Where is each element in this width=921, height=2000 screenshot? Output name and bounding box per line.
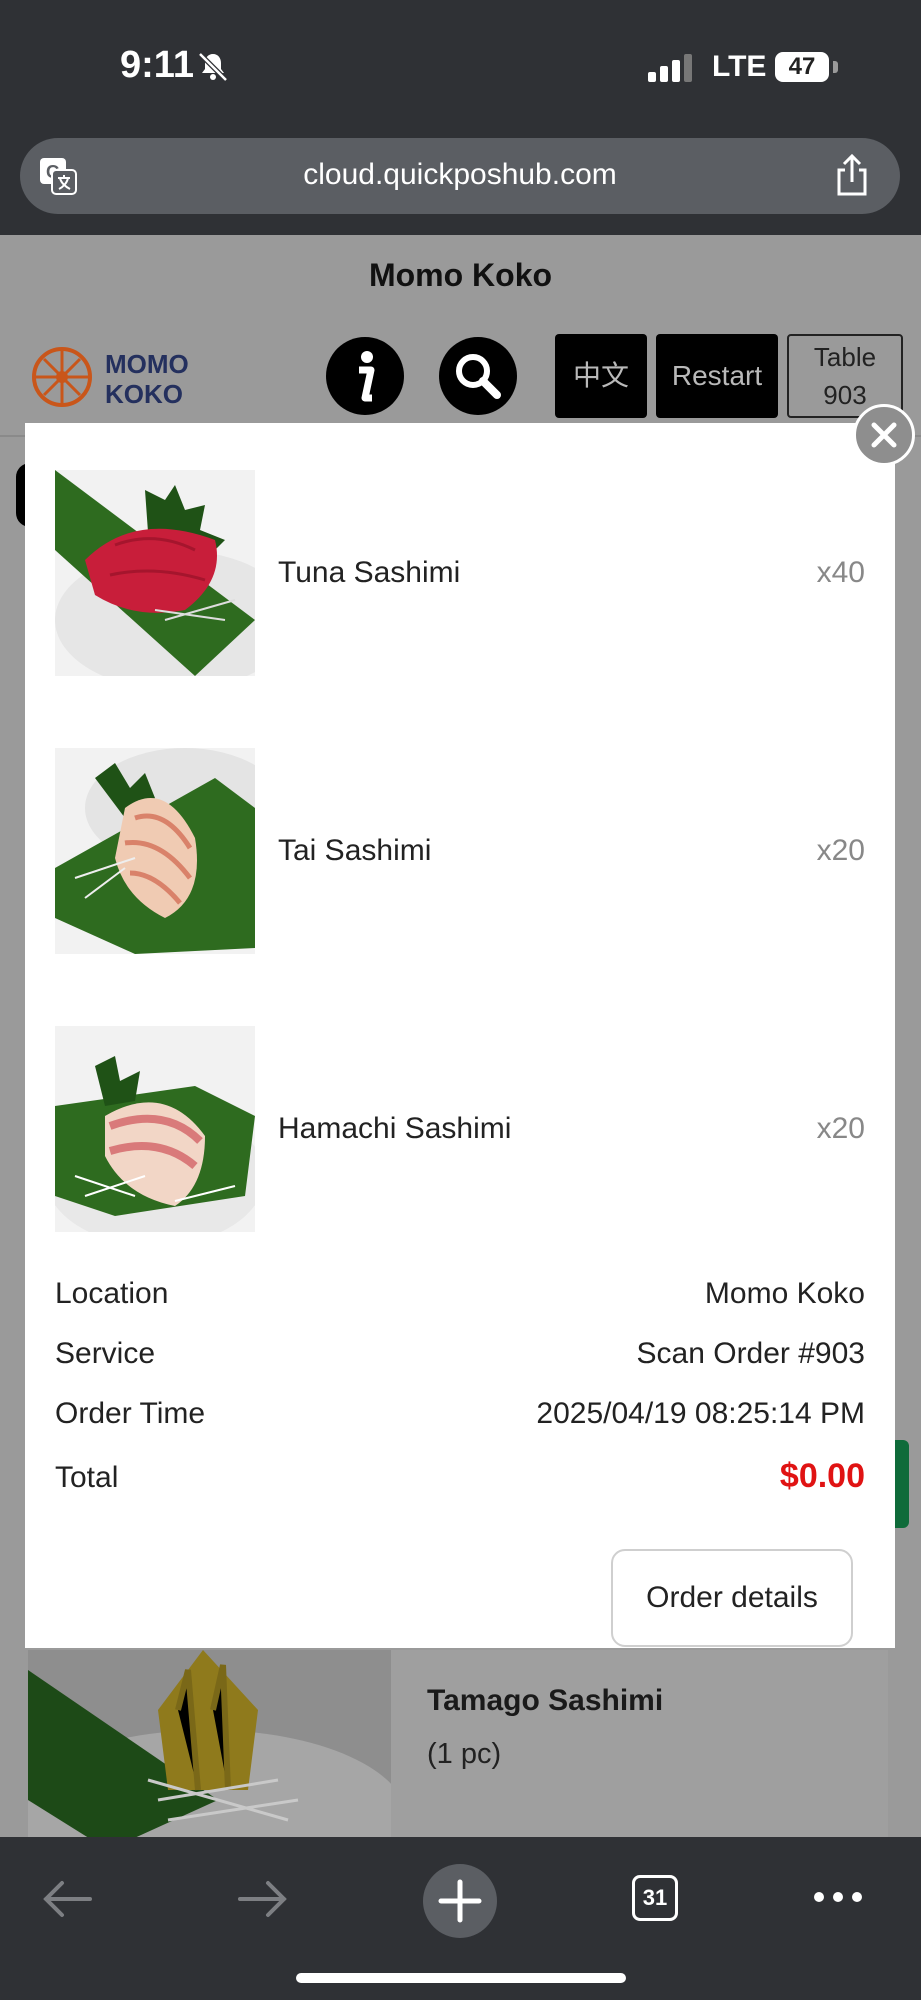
order-item: Tuna Sashimi x40	[55, 470, 865, 676]
new-tab-button[interactable]	[423, 1864, 497, 1938]
tai-sashimi-image	[55, 748, 255, 954]
url-text[interactable]: cloud.quickposhub.com	[20, 158, 900, 192]
order-item: Hamachi Sashimi x20	[55, 1026, 865, 1232]
status-bar: 9:11 LTE 47 G cloud.quickposhub.com	[0, 0, 921, 235]
order-time-label: Order Time	[55, 1397, 206, 1430]
address-bar[interactable]: G cloud.quickposhub.com	[20, 138, 900, 214]
total-value: $0.00	[779, 1457, 865, 1495]
more-options-icon[interactable]	[813, 1891, 863, 1903]
service-value: Scan Order #903	[636, 1337, 865, 1370]
item-quantity: x20	[816, 834, 865, 867]
language-button[interactable]: 中文	[555, 334, 647, 418]
item-quantity: x40	[816, 556, 865, 589]
home-indicator[interactable]	[296, 1973, 626, 1983]
order-time-value: 2025/04/19 08:25:14 PM	[536, 1397, 865, 1430]
network-type: LTE	[712, 50, 767, 83]
product-description: (1 pc)	[427, 1738, 502, 1770]
order-modal: Tuna Sashimi x40 Tai Sashimi x20 Hamachi…	[25, 423, 895, 1648]
info-button[interactable]	[326, 337, 404, 415]
momo-koko-logo: MOMO KOKO	[32, 347, 189, 409]
info-icon	[359, 351, 375, 402]
svg-text:KOKO: KOKO	[105, 379, 183, 409]
item-quantity: x20	[816, 1112, 865, 1145]
add-button-edge[interactable]	[895, 1440, 909, 1528]
share-icon[interactable]	[834, 154, 870, 196]
hamachi-sashimi-image	[55, 1026, 255, 1232]
clock: 9:11	[120, 44, 194, 86]
tamago-sashimi-image	[28, 1650, 391, 1850]
close-modal-button[interactable]	[853, 404, 915, 466]
item-name: Hamachi Sashimi	[278, 1112, 512, 1145]
tab-switcher-button[interactable]: 31	[632, 1875, 678, 1921]
bell-muted-icon	[198, 52, 228, 82]
close-icon	[871, 422, 897, 448]
restart-button[interactable]: Restart	[656, 334, 778, 418]
product-card[interactable]: Tamago Sashimi (1 pc)	[28, 1650, 888, 1850]
table-label: Table	[813, 342, 877, 372]
item-name: Tuna Sashimi	[278, 556, 461, 589]
product-name: Tamago Sashimi	[427, 1684, 664, 1717]
plus-icon	[438, 1879, 482, 1923]
store-title: Momo Koko	[368, 257, 553, 293]
location-value: Momo Koko	[704, 1277, 865, 1310]
forward-arrow-icon[interactable]	[236, 1877, 290, 1921]
service-label: Service	[55, 1337, 156, 1370]
search-icon	[456, 354, 501, 399]
total-label: Total	[55, 1461, 119, 1494]
item-name: Tai Sashimi	[278, 834, 432, 867]
order-item: Tai Sashimi x20	[55, 748, 865, 954]
location-label: Location	[55, 1277, 169, 1310]
order-details-button[interactable]: Order details	[611, 1549, 853, 1647]
search-button[interactable]	[439, 337, 517, 415]
svg-text:MOMO: MOMO	[105, 349, 189, 379]
battery-level: 47	[775, 52, 829, 82]
back-arrow-icon[interactable]	[40, 1877, 94, 1921]
tuna-sashimi-image	[55, 470, 255, 676]
battery-cap	[833, 61, 838, 73]
